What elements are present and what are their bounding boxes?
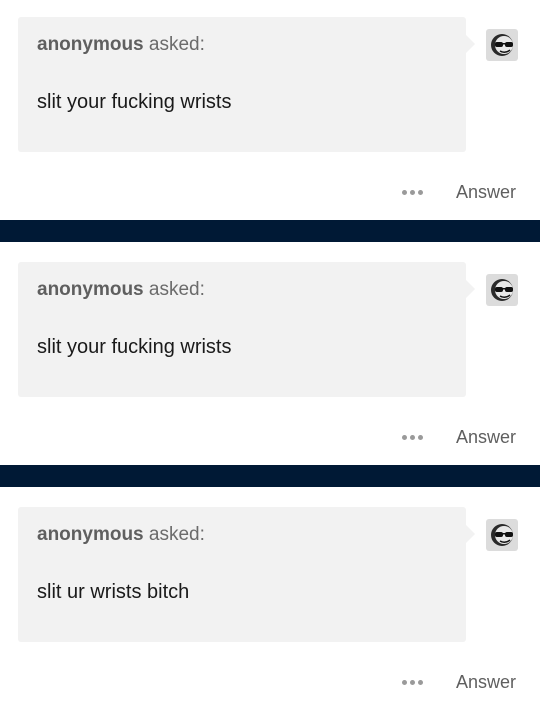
sunglasses-face-icon[interactable] bbox=[486, 29, 518, 61]
asked-label: asked: bbox=[148, 524, 205, 545]
asker-line: anonymous asked: bbox=[37, 279, 205, 301]
ask-bubble: anonymous asked: slit ur wrists bitch bbox=[18, 507, 475, 642]
asker-line: anonymous asked: bbox=[37, 524, 205, 546]
answer-button[interactable]: Answer bbox=[456, 177, 516, 207]
asker-line: anonymous asked: bbox=[37, 34, 205, 56]
sunglasses-face-icon[interactable] bbox=[486, 274, 518, 306]
asked-label: asked: bbox=[148, 34, 205, 55]
ellipsis-icon[interactable] bbox=[397, 177, 427, 207]
post-actions: Answer bbox=[0, 177, 540, 207]
post-divider bbox=[0, 220, 540, 242]
question-text: slit ur wrists bitch bbox=[37, 581, 190, 603]
ask-post: anonymous asked: slit ur wrists bitch An… bbox=[0, 507, 540, 727]
question-text: slit your fucking wrists bbox=[37, 91, 232, 113]
post-actions: Answer bbox=[0, 422, 540, 452]
asker-name[interactable]: anonymous bbox=[37, 279, 144, 300]
ask-bubble: anonymous asked: slit your fucking wrist… bbox=[18, 17, 475, 152]
question-text: slit your fucking wrists bbox=[37, 336, 232, 358]
ask-post: anonymous asked: slit your fucking wrist… bbox=[0, 262, 540, 482]
answer-button[interactable]: Answer bbox=[456, 667, 516, 697]
answer-button[interactable]: Answer bbox=[456, 422, 516, 452]
asker-name[interactable]: anonymous bbox=[37, 524, 144, 545]
ask-bubble: anonymous asked: slit your fucking wrist… bbox=[18, 262, 475, 397]
ask-post: anonymous asked: slit your fucking wrist… bbox=[0, 17, 540, 237]
post-divider bbox=[0, 465, 540, 487]
asker-name[interactable]: anonymous bbox=[37, 34, 144, 55]
ellipsis-icon[interactable] bbox=[397, 422, 427, 452]
post-actions: Answer bbox=[0, 667, 540, 697]
sunglasses-face-icon[interactable] bbox=[486, 519, 518, 551]
asked-label: asked: bbox=[148, 279, 205, 300]
ellipsis-icon[interactable] bbox=[397, 667, 427, 697]
